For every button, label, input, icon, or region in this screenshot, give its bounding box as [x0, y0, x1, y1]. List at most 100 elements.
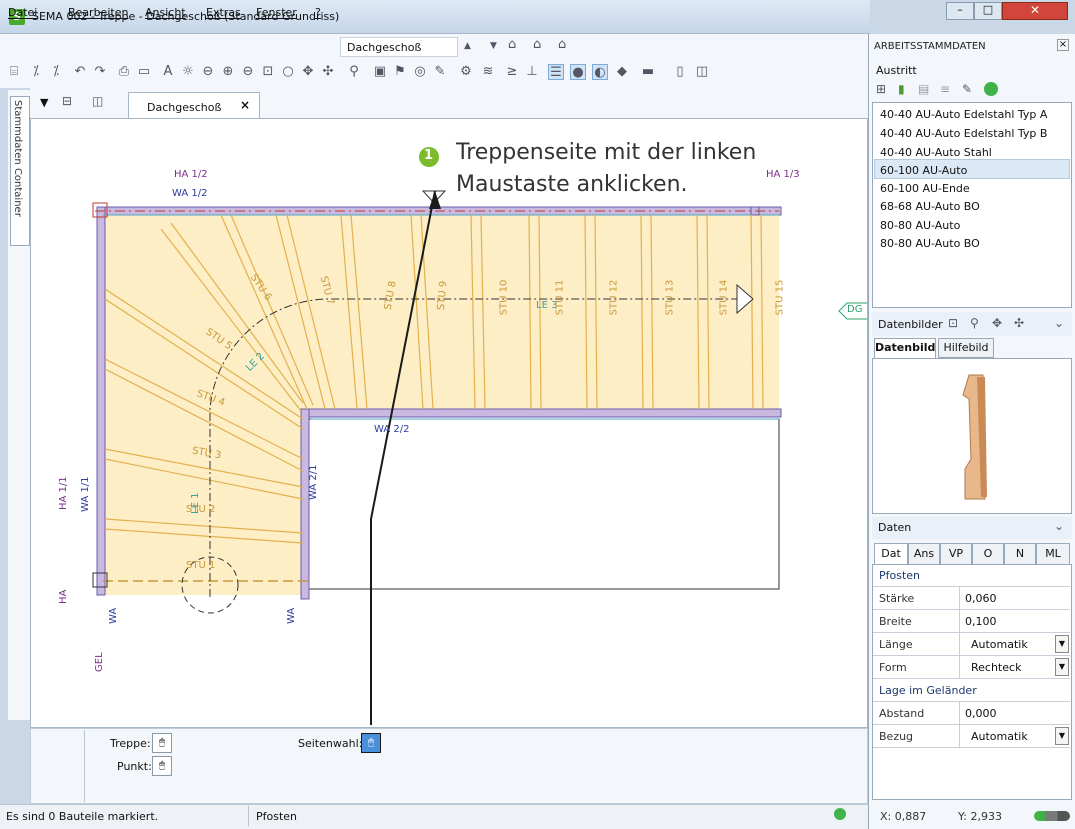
- list-item[interactable]: 60-100 AU-Ende: [880, 182, 970, 195]
- redo-icon[interactable]: ↷: [92, 64, 108, 80]
- collapse-icon[interactable]: ⌄: [1054, 316, 1064, 330]
- open-icon[interactable]: ⌸: [6, 64, 22, 80]
- list-item[interactable]: 40-40 AU-Auto Edelstahl Typ B: [880, 127, 1047, 140]
- datenbilder-title: Datenbilder: [878, 318, 943, 331]
- drawing-canvas[interactable]: [30, 118, 868, 728]
- laenge-dropdown-icon[interactable]: ▼: [1055, 635, 1069, 653]
- row-laenge[interactable]: Länge Automatik: [873, 633, 1070, 656]
- zoom-window-icon[interactable]: ⊡: [948, 316, 958, 330]
- brush-icon[interactable]: ✎: [432, 64, 448, 80]
- zoom-in-icon[interactable]: ⊕: [220, 64, 236, 80]
- bottle-icon[interactable]: ▮: [898, 82, 905, 96]
- form-dropdown-icon[interactable]: ▼: [1055, 658, 1069, 676]
- list-item[interactable]: 60-100 AU-Auto: [880, 164, 967, 177]
- undo-icon[interactable]: ↶: [72, 64, 88, 80]
- render-icon[interactable]: ◐: [592, 64, 608, 80]
- settings-icon[interactable]: ⚙: [458, 64, 474, 80]
- tab-dropdown-icon[interactable]: ▼: [40, 96, 48, 109]
- row-abstand[interactable]: Abstand 0,000: [873, 702, 1070, 725]
- tab-dat[interactable]: Dat: [874, 543, 908, 565]
- list-icon[interactable]: ≡: [940, 82, 950, 96]
- zoom-all-icon[interactable]: ○: [280, 64, 296, 80]
- tab-ml[interactable]: ML: [1036, 543, 1070, 565]
- zoom-icon[interactable]: ⊖: [240, 64, 256, 80]
- window-list-icon[interactable]: ▯: [672, 64, 688, 80]
- tab-o[interactable]: O: [972, 543, 1004, 565]
- punkt-mouse-button[interactable]: 🖱: [152, 756, 172, 776]
- camera-icon[interactable]: ◎: [412, 64, 428, 80]
- treppe-mouse-button[interactable]: 🖱: [152, 733, 172, 753]
- text-icon[interactable]: A: [160, 64, 176, 80]
- new-window-icon[interactable]: ⊟: [62, 94, 72, 108]
- material-icon[interactable]: ◆: [614, 64, 630, 80]
- close-tab-icon[interactable]: ×: [240, 98, 250, 112]
- list-item[interactable]: 68-68 AU-Auto BO: [880, 200, 980, 213]
- seitenwahl-label: Seitenwahl:: [298, 737, 363, 750]
- pan-icon[interactable]: ✥: [300, 64, 316, 80]
- rotate-icon[interactable]: ✣: [320, 64, 336, 80]
- paint-icon[interactable]: ▬: [640, 64, 656, 80]
- menu-help[interactable]: ?: [315, 6, 321, 19]
- stair-icon[interactable]: ⚲: [346, 64, 362, 80]
- pipette-icon[interactable]: ✎: [962, 82, 972, 96]
- light-icon[interactable]: ☼: [180, 64, 196, 80]
- copy-icon[interactable]: ⁒: [48, 64, 64, 80]
- tree-icon[interactable]: ⊞: [876, 82, 886, 96]
- confirm-icon[interactable]: [984, 82, 998, 96]
- floor-select[interactable]: Dachgeschoß: [340, 37, 458, 57]
- print-icon[interactable]: ⎙: [116, 64, 132, 80]
- zoom-out-icon[interactable]: ⊖: [200, 64, 216, 80]
- zoom-icon[interactable]: ⚲: [970, 316, 979, 330]
- tab-n[interactable]: N: [1004, 543, 1036, 565]
- split-view-icon[interactable]: ◫: [694, 64, 710, 80]
- menu-fenster[interactable]: Fenster: [256, 6, 297, 19]
- layer-icon[interactable]: ☰: [548, 64, 564, 80]
- bezug-dropdown-icon[interactable]: ▼: [1055, 727, 1069, 745]
- step-label-12: STU 12: [608, 279, 620, 316]
- panel-close-icon[interactable]: ×: [1057, 39, 1069, 51]
- label-ha-1-3: HA 1/3: [766, 169, 800, 180]
- tile-icon[interactable]: ◫: [92, 94, 103, 108]
- cut-icon[interactable]: ⁒: [28, 64, 44, 80]
- save-icon[interactable]: ▤: [918, 82, 929, 96]
- seitenwahl-mouse-button[interactable]: 🖱: [361, 733, 381, 753]
- view-2d-icon[interactable]: ▣: [372, 64, 388, 80]
- row-breite[interactable]: Breite 0,100: [873, 610, 1070, 633]
- floor-house-icon[interactable]: ⌂: [508, 37, 516, 52]
- preview-icon[interactable]: ▭: [136, 64, 152, 80]
- numbering-icon[interactable]: ⊥: [524, 64, 540, 80]
- list-item[interactable]: 40-40 AU-Auto Stahl: [880, 146, 992, 159]
- floor-down-icon[interactable]: ▼: [490, 41, 497, 51]
- close-window-icon[interactable]: ✕: [1002, 2, 1068, 20]
- floor-house-filled-icon[interactable]: ⌂: [533, 37, 541, 52]
- row-form[interactable]: Form Rechteck: [873, 656, 1070, 679]
- dimension-icon[interactable]: ≥: [504, 64, 520, 80]
- row-bezug[interactable]: Bezug Automatik: [873, 725, 1070, 748]
- tab-datenbild[interactable]: Datenbild: [874, 338, 936, 358]
- menu-datei[interactable]: Datei: [8, 6, 37, 19]
- list-item[interactable]: 40-40 AU-Auto Edelstahl Typ A: [880, 108, 1047, 121]
- floor-house-outline-icon[interactable]: ⌂: [558, 37, 566, 52]
- tree-root[interactable]: Austritt: [876, 64, 917, 77]
- list-item[interactable]: 80-80 AU-Auto: [880, 219, 960, 232]
- tab-hilfebild[interactable]: Hilfebild: [938, 338, 994, 358]
- maximize-icon[interactable]: □: [974, 2, 1002, 20]
- menu-extras[interactable]: Extras: [206, 6, 241, 19]
- label-ha-1-1: HA 1/1: [58, 476, 69, 510]
- collapse-icon[interactable]: ⌄: [1054, 519, 1064, 533]
- floor-up-icon[interactable]: ▲: [464, 41, 471, 51]
- tab-vp[interactable]: VP: [940, 543, 972, 565]
- rotate-icon[interactable]: ✣: [1014, 316, 1024, 330]
- measure-icon[interactable]: ≋: [480, 64, 496, 80]
- menu-ansicht[interactable]: Ansicht: [145, 6, 186, 19]
- tab-ans[interactable]: Ans: [908, 543, 940, 565]
- step-label-10: STU 10: [498, 279, 510, 316]
- minimize-icon[interactable]: –: [946, 2, 974, 20]
- view-flag-icon[interactable]: ⚑: [392, 64, 408, 80]
- zoom-window-icon[interactable]: ⊡: [260, 64, 276, 80]
- row-staerke[interactable]: Stärke 0,060: [873, 587, 1070, 610]
- menu-bearbeiten[interactable]: Bearbeiten: [68, 6, 128, 19]
- pan-icon[interactable]: ✥: [992, 316, 1002, 330]
- color-icon[interactable]: ●: [570, 64, 586, 80]
- list-item[interactable]: 80-80 AU-Auto BO: [880, 237, 980, 250]
